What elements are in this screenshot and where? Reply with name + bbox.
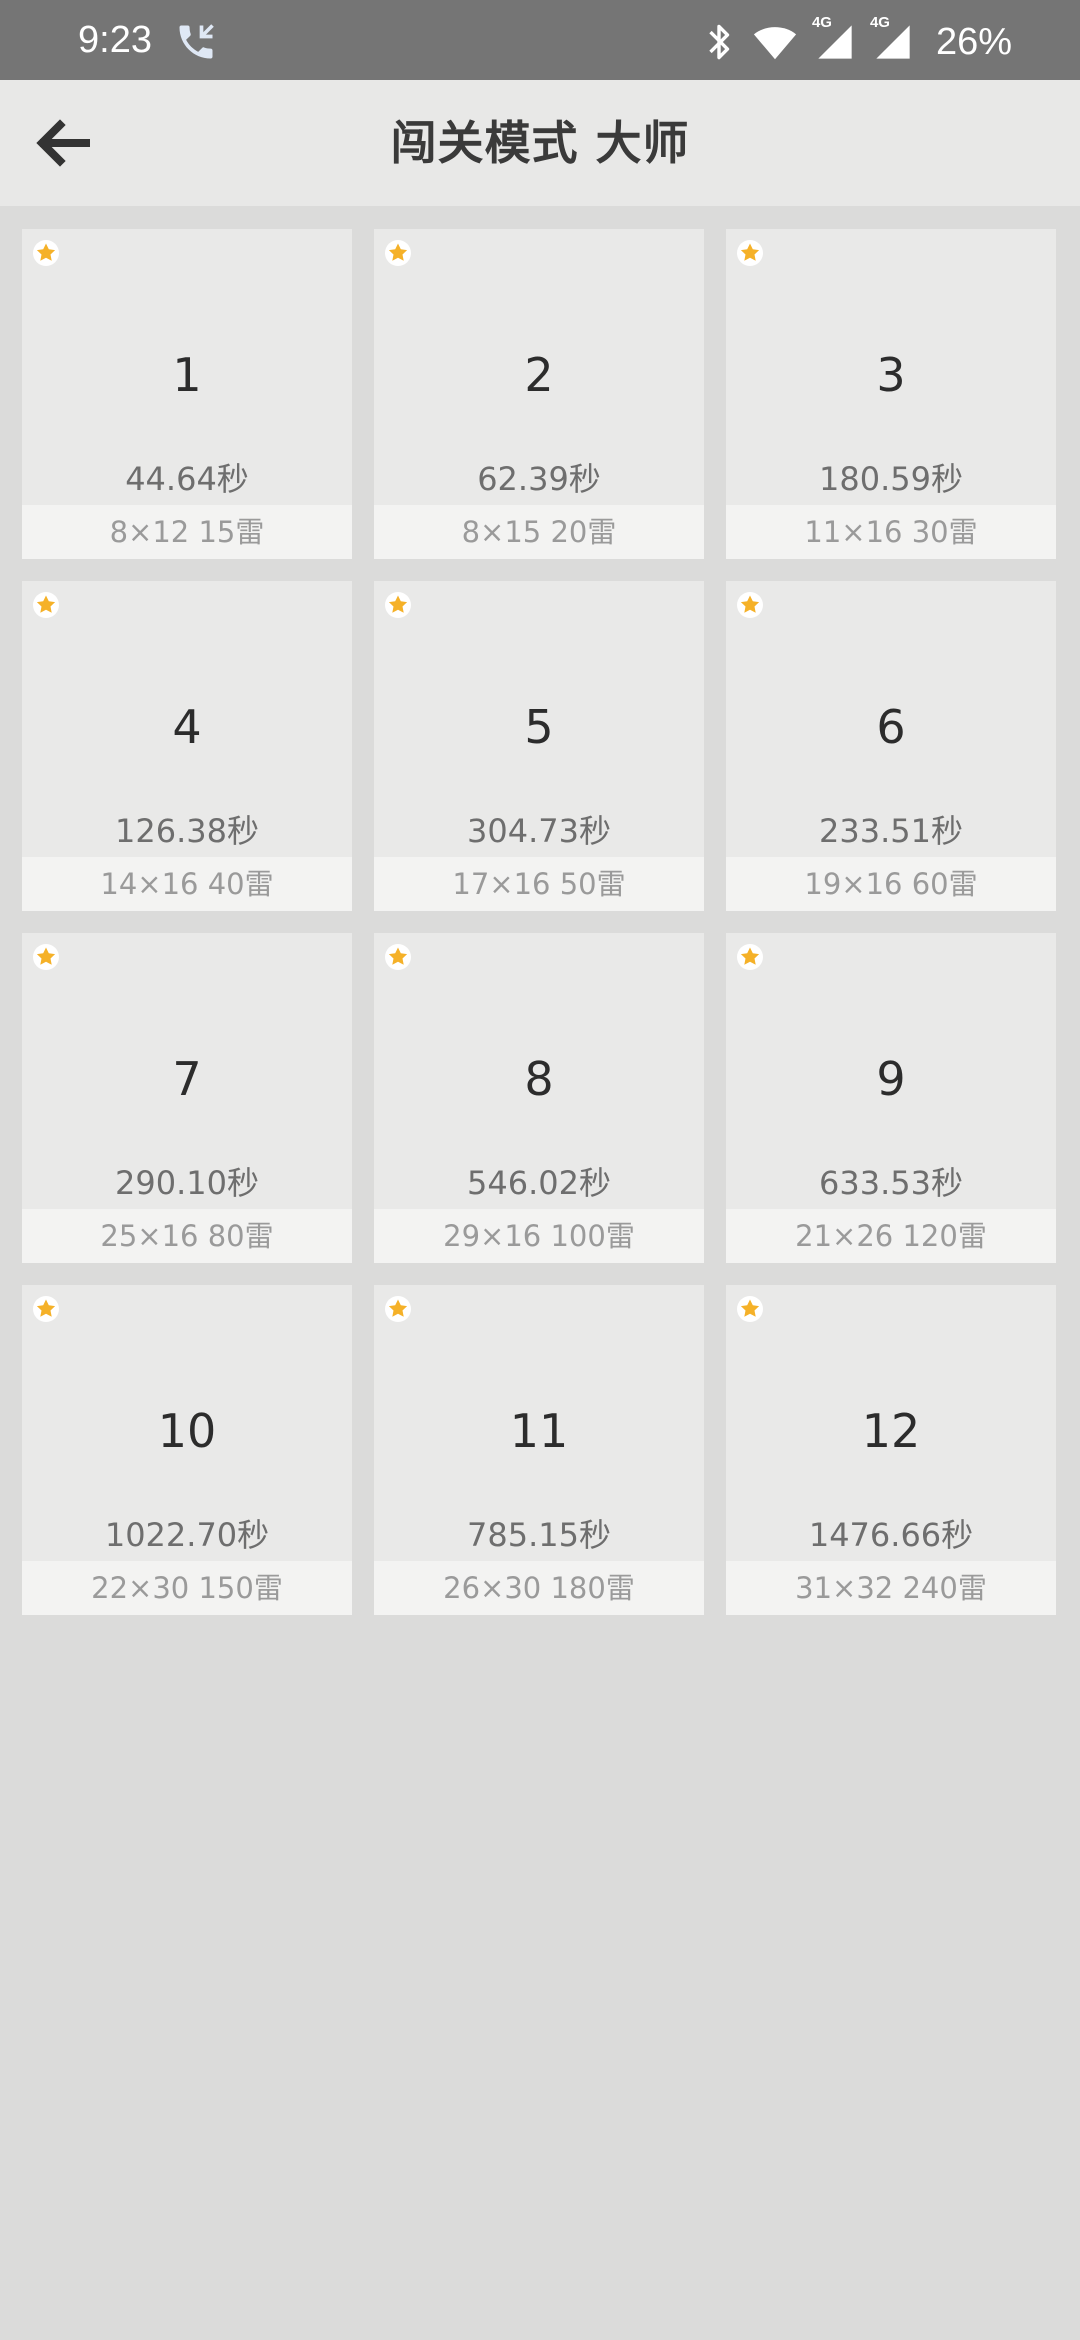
star-icon [33, 944, 59, 970]
board-info: 19×16 60雷 [726, 857, 1056, 911]
level-number: 2 [524, 348, 554, 402]
best-time: 62.39秒 [477, 460, 601, 498]
level-number: 1 [172, 348, 202, 402]
level-card[interactable]: 3 180.59秒 11×16 30雷 [726, 229, 1056, 559]
best-time: 304.73秒 [467, 812, 611, 850]
level-card[interactable]: 10 1022.70秒 22×30 150雷 [22, 1285, 352, 1615]
board-info: 14×16 40雷 [22, 857, 352, 911]
level-card[interactable]: 1 44.64秒 8×12 15雷 [22, 229, 352, 559]
best-time: 44.64秒 [125, 460, 249, 498]
level-card[interactable]: 6 233.51秒 19×16 60雷 [726, 581, 1056, 911]
wifi-icon [753, 27, 797, 60]
level-number: 4 [172, 700, 202, 754]
network-type-label: 4G [869, 14, 890, 31]
level-number: 9 [876, 1052, 906, 1106]
status-icons: 4G 4G 26% [686, 14, 1012, 66]
best-time: 633.53秒 [819, 1164, 963, 1202]
star-icon [737, 944, 763, 970]
level-number: 5 [524, 700, 554, 754]
level-number: 10 [157, 1404, 217, 1458]
level-card[interactable]: 7 290.10秒 25×16 80雷 [22, 933, 352, 1263]
level-number: 7 [172, 1052, 202, 1106]
board-info: 11×16 30雷 [726, 505, 1056, 559]
best-time: 180.59秒 [819, 460, 963, 498]
level-card[interactable]: 4 126.38秒 14×16 40雷 [22, 581, 352, 911]
level-number: 8 [524, 1052, 554, 1106]
star-icon [737, 1296, 763, 1322]
status-time: 9:23 [78, 19, 152, 61]
board-info: 8×15 20雷 [374, 505, 704, 559]
best-time: 290.10秒 [115, 1164, 259, 1202]
star-icon [737, 240, 763, 266]
board-info: 22×30 150雷 [22, 1561, 352, 1615]
board-info: 29×16 100雷 [374, 1209, 704, 1263]
best-time: 233.51秒 [819, 812, 963, 850]
network-type-label: 4G [811, 14, 832, 31]
board-info: 31×32 240雷 [726, 1561, 1056, 1615]
level-card[interactable]: 2 62.39秒 8×15 20雷 [374, 229, 704, 559]
star-icon [33, 240, 59, 266]
star-icon [385, 1296, 411, 1322]
signal-4g-icon-1: 4G [812, 14, 856, 62]
star-icon [33, 592, 59, 618]
best-time: 1022.70秒 [104, 1516, 270, 1554]
signal-4g-icon-2: 4G [870, 14, 914, 62]
level-card[interactable]: 11 785.15秒 26×30 180雷 [374, 1285, 704, 1615]
star-icon [385, 944, 411, 970]
star-icon [385, 240, 411, 266]
best-time: 546.02秒 [467, 1164, 611, 1202]
best-time: 785.15秒 [467, 1516, 611, 1554]
level-number: 11 [509, 1404, 569, 1458]
level-card[interactable]: 9 633.53秒 21×26 120雷 [726, 933, 1056, 1263]
best-time: 126.38秒 [115, 812, 259, 850]
board-info: 25×16 80雷 [22, 1209, 352, 1263]
call-icon [179, 24, 214, 59]
level-number: 3 [876, 348, 906, 402]
star-icon [385, 592, 411, 618]
level-card[interactable]: 12 1476.66秒 31×32 240雷 [726, 1285, 1056, 1615]
bluetooth-icon [709, 24, 730, 60]
board-info: 26×30 180雷 [374, 1561, 704, 1615]
level-number: 6 [876, 700, 906, 754]
board-info: 8×12 15雷 [22, 505, 352, 559]
level-number: 12 [861, 1404, 921, 1458]
best-time: 1476.66秒 [808, 1516, 974, 1554]
star-icon [737, 592, 763, 618]
app-bar: 闯关模式 大师 [0, 80, 1080, 206]
star-icon [33, 1296, 59, 1322]
battery-percent: 26% [935, 21, 1012, 63]
board-info: 21×26 120雷 [726, 1209, 1056, 1263]
status-bar: 9:23 4G 4G 26% [0, 0, 1080, 80]
board-info: 17×16 50雷 [374, 857, 704, 911]
level-card[interactable]: 5 304.73秒 17×16 50雷 [374, 581, 704, 911]
level-card[interactable]: 8 546.02秒 29×16 100雷 [374, 933, 704, 1263]
page-title: 闯关模式 大师 [390, 116, 690, 170]
